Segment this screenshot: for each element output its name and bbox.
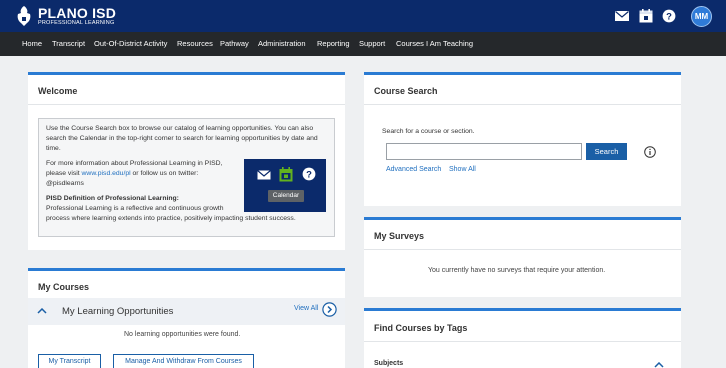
nav-home[interactable]: Home	[22, 32, 42, 56]
svg-text:?: ?	[666, 11, 672, 22]
nav-administration[interactable]: Administration	[258, 32, 306, 56]
brand[interactable]: PLANO ISD PROFESSIONAL LEARNING	[38, 5, 117, 27]
nav-courses-teaching[interactable]: Courses I Am Teaching	[396, 32, 473, 56]
nav-resources[interactable]: Resources	[177, 32, 213, 56]
pisd-pl-link[interactable]: www.pisd.edu/pl	[82, 170, 131, 177]
divider	[364, 249, 681, 250]
help-icon[interactable]: ?	[662, 9, 676, 23]
manage-withdraw-button[interactable]: Manage And Withdraw From Courses	[113, 354, 254, 368]
user-avatar[interactable]: MM	[691, 6, 712, 27]
chevron-up-icon[interactable]	[37, 308, 47, 314]
main-nav: Home Transcript Out-Of-District Activity…	[0, 32, 726, 56]
advanced-search-link[interactable]: Advanced Search	[386, 166, 441, 173]
find-by-tags-title: Find Courses by Tags	[374, 323, 468, 333]
brand-subtitle: PROFESSIONAL LEARNING	[38, 20, 115, 26]
welcome-info-post: or follow us on twitter:	[130, 170, 199, 177]
nav-transcript[interactable]: Transcript	[52, 32, 85, 56]
my-surveys-panel	[364, 217, 681, 297]
divider	[364, 104, 681, 105]
calendar-icon[interactable]	[639, 9, 653, 23]
nav-pathway[interactable]: Pathway	[220, 32, 249, 56]
divider	[364, 341, 681, 342]
calendar-icon	[279, 167, 293, 182]
learning-opportunities-title: My Learning Opportunities	[62, 306, 174, 317]
top-header: PLANO ISD PROFESSIONAL LEARNING ? MM	[0, 0, 726, 32]
twitter-handle: @pisdlearns	[46, 180, 84, 187]
tag-group-subjects[interactable]: Subjects	[374, 360, 403, 367]
nav-reporting[interactable]: Reporting	[317, 32, 350, 56]
logo-icon[interactable]	[14, 5, 34, 27]
help-icon: ?	[302, 167, 316, 181]
welcome-info-line2: please visit www.pisd.edu/pl or follow u…	[46, 169, 198, 179]
no-opportunities-message: No learning opportunities were found.	[124, 331, 241, 338]
nav-support[interactable]: Support	[359, 32, 385, 56]
my-transcript-button[interactable]: My Transcript	[38, 354, 101, 368]
header-icons-illustration: ?	[244, 159, 326, 212]
mail-icon[interactable]	[615, 11, 629, 21]
my-courses-title: My Courses	[38, 282, 90, 292]
nav-out-of-district[interactable]: Out-Of-District Activity	[94, 32, 167, 56]
definition-title: PISD Definition of Professional Learning…	[46, 195, 179, 202]
welcome-intro: Use the Course Search box to browse our …	[46, 125, 318, 152]
course-search-input[interactable]	[386, 143, 582, 160]
chevron-up-icon[interactable]	[654, 362, 664, 368]
search-button[interactable]: Search	[586, 143, 627, 160]
brand-name: PLANO ISD	[38, 5, 117, 21]
definition-line1: Professional Learning is a reflective an…	[46, 205, 224, 212]
welcome-info-line1: For more information about Professional …	[46, 160, 223, 167]
course-search-title: Course Search	[374, 86, 438, 96]
definition-line2: process where learning extends into prac…	[46, 215, 296, 222]
my-surveys-title: My Surveys	[374, 231, 425, 241]
view-all-link[interactable]: View All	[294, 305, 318, 312]
divider	[28, 104, 345, 105]
welcome-info-pre: please visit	[46, 170, 82, 177]
info-icon[interactable]	[644, 146, 656, 158]
find-by-tags-panel	[364, 308, 681, 368]
calendar-tooltip: Calendar	[268, 190, 304, 202]
surveys-empty-message: You currently have no surveys that requi…	[428, 267, 606, 274]
svg-text:?: ?	[306, 169, 312, 180]
show-all-link[interactable]: Show All	[449, 166, 476, 173]
course-search-lead: Search for a course or section.	[382, 128, 475, 135]
welcome-title: Welcome	[38, 86, 78, 96]
chevron-right-circle-icon[interactable]	[322, 302, 337, 317]
mail-icon	[257, 170, 271, 180]
